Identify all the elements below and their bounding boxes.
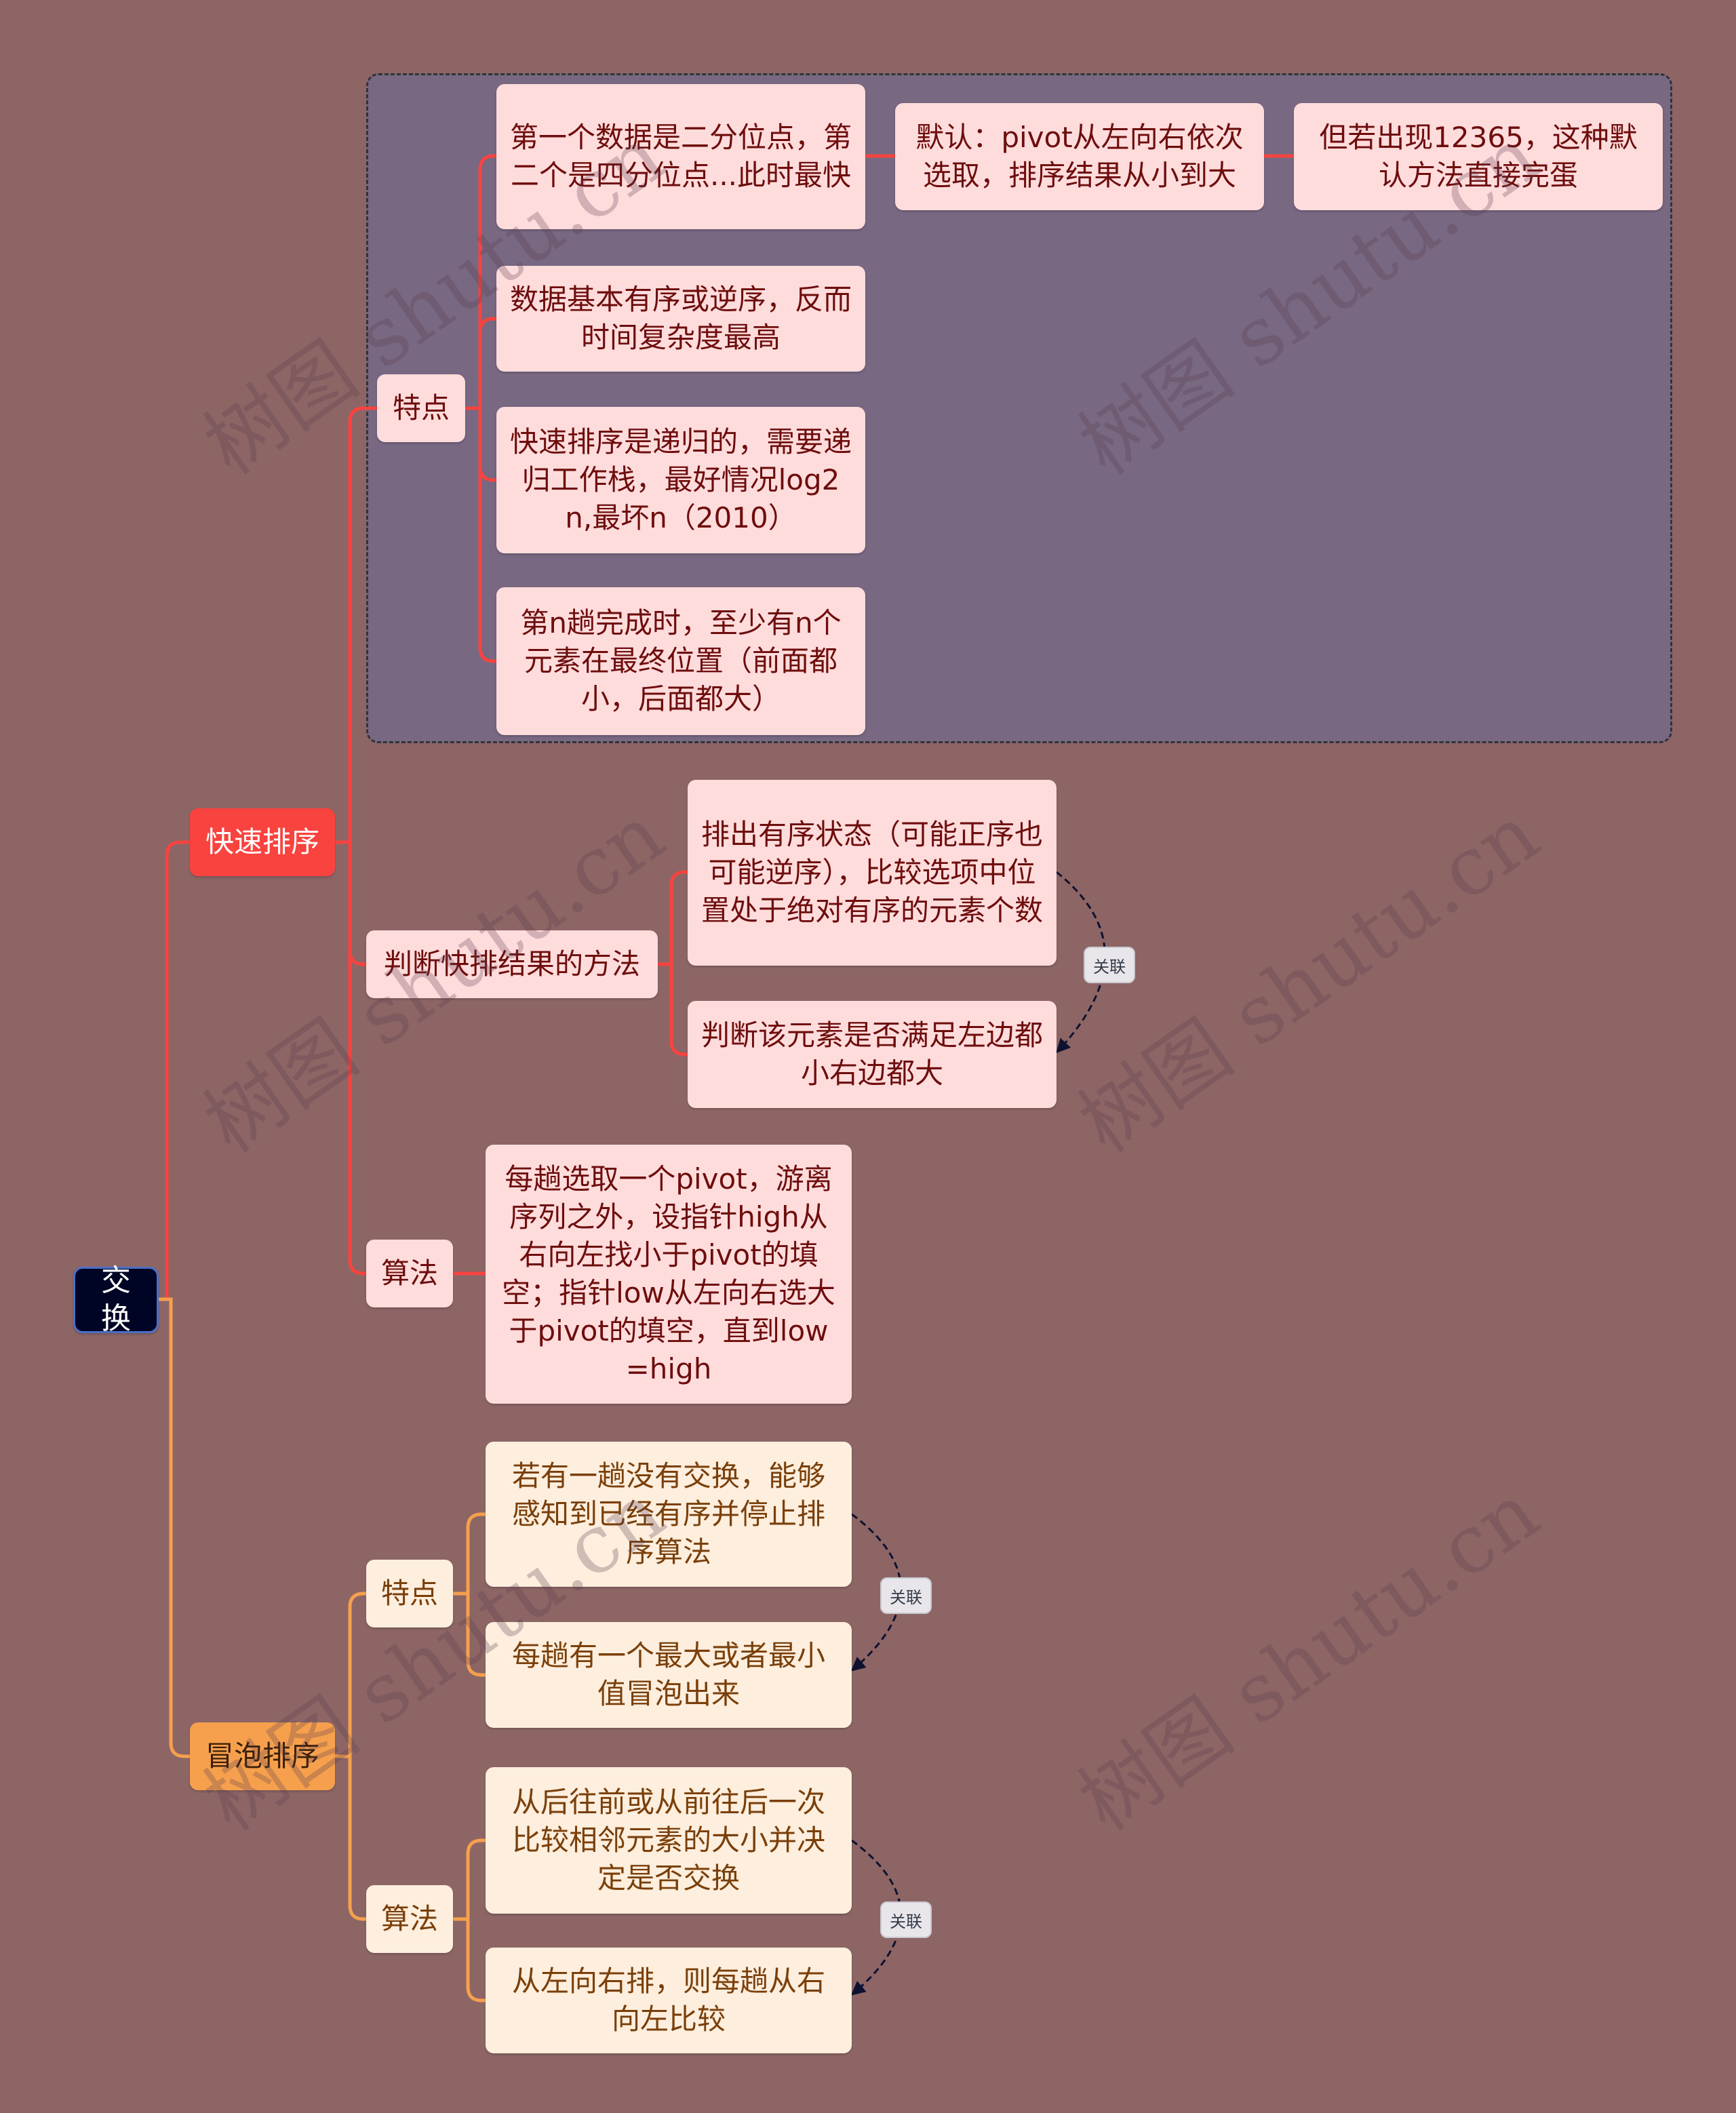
relation-label-judge[interactable]: 关联 [1084, 947, 1135, 983]
bubblesort-features-label: 特点 [380, 1577, 438, 1610]
bs-algorithm-item-2-text: 从左向右排，则每趟从右向左比较 [511, 1964, 825, 2036]
edge-root-quicksort [159, 840, 190, 1301]
relation-label-judge-text: 关联 [1093, 957, 1126, 976]
quicksort-features-node[interactable]: 特点 [377, 374, 465, 442]
quicksort-algorithm-label: 算法 [380, 1257, 438, 1290]
qs-worst-case-text: 但若出现12365，这种默认方法直接完蛋 [1319, 121, 1638, 192]
edge-qsf-4 [465, 406, 496, 663]
quicksort-algorithm-text-node[interactable]: 每趟选取一个pivot，游离序列之外，设指针high从右向左找小于pivot的填… [486, 1145, 852, 1404]
edge-qs-algorithm [335, 840, 366, 1276]
bs-feature-item-1-text: 若有一趟没有交换，能够感知到已经有序并停止排序算法 [511, 1459, 825, 1568]
quicksort-judge-node[interactable]: 判断快排结果的方法 [366, 930, 658, 998]
edge-qsf-2 [465, 317, 496, 410]
bs-algorithm-item-2[interactable]: 从左向右排，则每趟从右向左比较 [486, 1948, 852, 2053]
bs-feature-item-2[interactable]: 每趟有一个最大或者最小值冒泡出来 [486, 1622, 852, 1728]
bs-feature-item-2-text: 每趟有一个最大或者最小值冒泡出来 [511, 1639, 825, 1710]
root-label: 交换 [101, 1263, 131, 1336]
relation-label-bubble-algorithm[interactable]: 关联 [880, 1901, 932, 1938]
bubblesort-algorithm-label: 算法 [380, 1902, 438, 1935]
edge-root-bubblesort [159, 1297, 190, 1758]
bs-feature-item-1[interactable]: 若有一趟没有交换，能够感知到已经有序并停止排序算法 [486, 1442, 852, 1587]
qs-default-pivot-text: 默认：pivot从左向右依次选取，排序结果从小到大 [915, 121, 1244, 192]
bs-algorithm-item-1-text: 从后往前或从前往后一次比较相邻元素的大小并决定是否交换 [511, 1785, 825, 1895]
edge-bsa-1 [453, 1838, 486, 1921]
edge-qs-features [335, 406, 377, 844]
bubblesort-algorithm-node[interactable]: 算法 [366, 1885, 453, 1953]
qs-feature-item-4-text: 第n趟完成时，至少有n个元素在最终位置（前面都小，后面都大） [520, 606, 842, 715]
relation-label-bubble-algorithm-text: 关联 [890, 1912, 922, 1931]
qs-worst-case-node[interactable]: 但若出现12365，这种默认方法直接完蛋 [1294, 103, 1663, 210]
edge-bsf-1 [453, 1512, 486, 1596]
edge-judge-2 [658, 962, 688, 1056]
edge-bsf-2 [453, 1592, 486, 1677]
qs-feature-item-2[interactable]: 数据基本有序或逆序，反而时间复杂度最高 [496, 266, 865, 372]
qs-feature-item-3[interactable]: 快速排序是递归的，需要递归工作栈，最好情况log2n,最坏n（2010） [496, 407, 865, 553]
edge-bsa-2 [453, 1917, 486, 2002]
judge-item-2-text: 判断该元素是否满足左边都小右边都大 [701, 1019, 1044, 1090]
bubblesort-node[interactable]: 冒泡排序 [190, 1722, 335, 1790]
quicksort-node[interactable]: 快速排序 [190, 808, 335, 876]
judge-item-1[interactable]: 排出有序状态（可能正序也可能逆序），比较选项中位置处于绝对有序的元素个数 [688, 780, 1057, 966]
qs-feature-item-1[interactable]: 第一个数据是二分位点，第二个是四分位点...此时最快 [496, 84, 865, 229]
relation-label-bubble-features-text: 关联 [890, 1587, 922, 1607]
judge-item-2[interactable]: 判断该元素是否满足左边都小右边都大 [688, 1001, 1057, 1108]
judge-item-1-text: 排出有序状态（可能正序也可能逆序），比较选项中位置处于绝对有序的元素个数 [701, 818, 1044, 927]
quicksort-features-label: 特点 [392, 391, 450, 424]
quicksort-judge-label: 判断快排结果的方法 [383, 947, 640, 981]
quicksort-algorithm-text: 每趟选取一个pivot，游离序列之外，设指针high从右向左找小于pivot的填… [502, 1162, 835, 1385]
edge-judge-1 [658, 870, 688, 966]
edge-bs-features [335, 1592, 366, 1758]
bubblesort-label: 冒泡排序 [205, 1739, 319, 1773]
qs-feature-item-3-text: 快速排序是递归的，需要递归工作栈，最好情况log2n,最坏n（2010） [510, 425, 852, 534]
bubblesort-features-node[interactable]: 特点 [366, 1560, 453, 1627]
relation-label-bubble-features[interactable]: 关联 [880, 1577, 932, 1614]
quicksort-label: 快速排序 [205, 825, 319, 858]
qs-feature-item-4[interactable]: 第n趟完成时，至少有n个元素在最终位置（前面都小，后面都大） [496, 587, 865, 735]
qs-feature-item-1-text: 第一个数据是二分位点，第二个是四分位点...此时最快 [510, 121, 852, 192]
edge-bs-algorithm [335, 1754, 366, 1921]
qs-default-pivot-node[interactable]: 默认：pivot从左向右依次选取，排序结果从小到大 [895, 103, 1264, 210]
root-node[interactable]: 交换 [73, 1263, 159, 1336]
qs-feature-item-2-text: 数据基本有序或逆序，反而时间复杂度最高 [510, 283, 852, 354]
bs-algorithm-item-1[interactable]: 从后往前或从前往后一次比较相邻元素的大小并决定是否交换 [486, 1767, 852, 1914]
quicksort-algorithm-node[interactable]: 算法 [366, 1240, 453, 1307]
